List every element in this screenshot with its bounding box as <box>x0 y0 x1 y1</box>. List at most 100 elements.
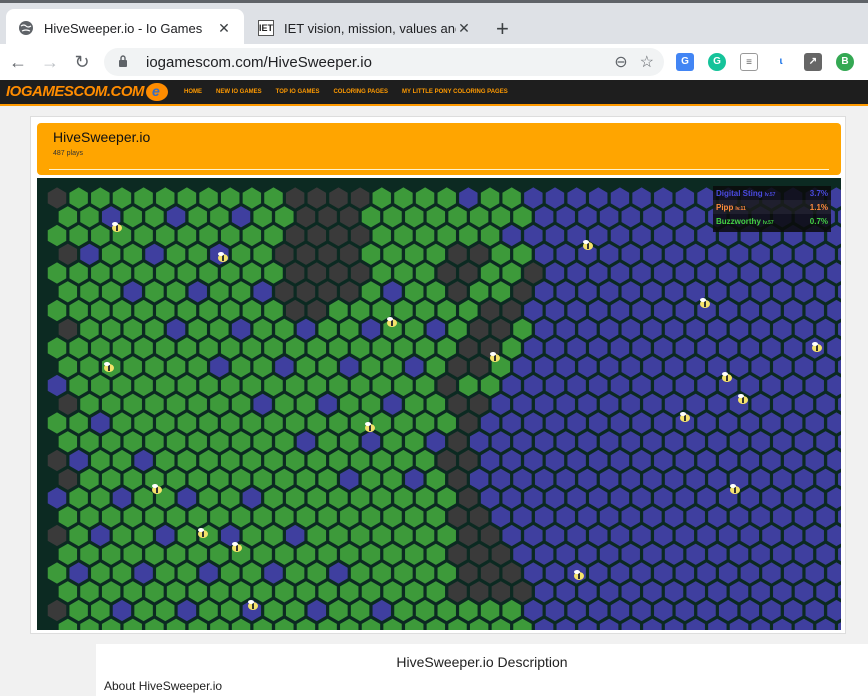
hex-cell[interactable] <box>403 204 425 230</box>
hex-cell[interactable] <box>262 335 285 361</box>
hex-cell[interactable] <box>500 335 523 361</box>
hex-cell[interactable] <box>457 260 480 286</box>
hex-cell[interactable] <box>273 541 296 567</box>
hex-cell[interactable] <box>436 410 458 436</box>
hex-cell[interactable] <box>132 260 155 286</box>
hex-cell[interactable] <box>241 485 263 511</box>
hex-cell[interactable] <box>522 598 545 623</box>
hex-cell[interactable] <box>436 223 458 248</box>
hex-cell[interactable] <box>620 466 642 492</box>
hex-cell[interactable] <box>78 354 101 380</box>
hex-cell[interactable] <box>197 448 220 473</box>
hex-cell[interactable] <box>749 579 772 605</box>
hex-cell[interactable] <box>663 279 685 305</box>
hex-cell[interactable] <box>143 316 166 342</box>
hex-cell[interactable] <box>165 429 187 455</box>
hex-cell[interactable] <box>154 373 176 398</box>
hex-cell[interactable] <box>436 185 458 211</box>
hex-cell[interactable] <box>663 241 685 267</box>
hex-cell[interactable] <box>749 316 772 342</box>
hex-cell[interactable] <box>111 260 133 286</box>
hex-cell[interactable] <box>251 279 274 305</box>
hex-cell[interactable] <box>327 373 350 398</box>
hex-cell[interactable] <box>78 316 101 342</box>
hex-cell[interactable] <box>251 316 274 342</box>
hex-cell[interactable] <box>57 354 79 380</box>
hex-cell[interactable] <box>641 429 664 455</box>
hex-cell[interactable] <box>360 279 382 305</box>
hex-cell[interactable] <box>392 523 415 548</box>
hex-cell[interactable] <box>479 523 501 548</box>
hex-cell[interactable] <box>57 391 79 417</box>
hex-cell[interactable] <box>197 298 220 323</box>
new-tab-button[interactable]: + <box>496 16 509 42</box>
hex-cell[interactable] <box>89 598 112 623</box>
hex-cell[interactable] <box>46 410 68 436</box>
hex-cell[interactable] <box>392 335 415 361</box>
hex-cell[interactable] <box>436 523 458 548</box>
hex-cell[interactable] <box>641 279 664 305</box>
hex-cell[interactable] <box>262 448 285 473</box>
hex-cell[interactable] <box>197 373 220 398</box>
hex-cell[interactable] <box>717 298 739 323</box>
hex-cell[interactable] <box>132 560 155 586</box>
nav-pony-coloring[interactable]: MY LITTLE PONY COLORING PAGES <box>402 89 508 95</box>
hex-cell[interactable] <box>533 466 555 492</box>
hex-cell[interactable] <box>457 410 480 436</box>
hex-cell[interactable] <box>576 579 599 605</box>
hex-cell[interactable] <box>652 485 674 511</box>
hex-cell[interactable] <box>782 260 804 286</box>
site-logo[interactable]: IOGAMESCOM.COM <box>6 83 168 102</box>
hex-cell[interactable] <box>122 504 144 530</box>
hex-cell[interactable] <box>544 335 566 361</box>
hex-cell[interactable] <box>262 598 285 623</box>
reload-icon[interactable]: ↻ <box>70 50 94 74</box>
hex-cell[interactable] <box>706 391 729 417</box>
hex-cell[interactable] <box>187 391 209 417</box>
hex-cell[interactable] <box>674 560 696 586</box>
hex-cell[interactable] <box>187 354 209 380</box>
hex-cell[interactable] <box>717 598 739 623</box>
hex-cell[interactable] <box>565 373 588 398</box>
hex-cell[interactable] <box>371 373 393 398</box>
hex-cell[interactable] <box>111 373 133 398</box>
hex-cell[interactable] <box>500 598 523 623</box>
hex-cell[interactable] <box>522 298 545 323</box>
hex-cell[interactable] <box>414 448 436 473</box>
hex-cell[interactable] <box>381 241 404 267</box>
hex-cell[interactable] <box>403 354 425 380</box>
hex-cell[interactable] <box>652 598 674 623</box>
hex-cell[interactable] <box>544 223 566 248</box>
hex-cell[interactable] <box>490 316 512 342</box>
hex-cell[interactable] <box>251 579 274 605</box>
hex-cell[interactable] <box>392 485 415 511</box>
hex-cell[interactable] <box>425 429 447 455</box>
hex-cell[interactable] <box>620 279 642 305</box>
hex-cell[interactable] <box>609 410 631 436</box>
hex-cell[interactable] <box>576 541 599 567</box>
hex-cell[interactable] <box>760 298 783 323</box>
hex-cell[interactable] <box>78 466 101 492</box>
hex-cell[interactable] <box>251 391 274 417</box>
hex-cell[interactable] <box>630 298 653 323</box>
hex-cell[interactable] <box>522 223 545 248</box>
hex-cell[interactable] <box>728 579 750 605</box>
hex-cell[interactable] <box>262 260 285 286</box>
hex-cell[interactable] <box>230 579 252 605</box>
hex-cell[interactable] <box>241 373 263 398</box>
hex-cell[interactable] <box>262 523 285 548</box>
hex-cell[interactable] <box>544 598 566 623</box>
hex-cell[interactable] <box>446 391 469 417</box>
hex-cell[interactable] <box>143 241 166 267</box>
hex-cell[interactable] <box>782 485 804 511</box>
hex-cell[interactable] <box>706 429 729 455</box>
hex-cell[interactable] <box>565 598 588 623</box>
hex-cell[interactable] <box>100 241 122 267</box>
hex-cell[interactable] <box>825 260 842 286</box>
hex-cell[interactable] <box>695 598 718 623</box>
hex-cell[interactable] <box>804 298 826 323</box>
hex-cell[interactable] <box>154 260 176 286</box>
hex-cell[interactable] <box>349 260 371 286</box>
hex-cell[interactable] <box>176 560 198 586</box>
hex-cell[interactable] <box>241 560 263 586</box>
